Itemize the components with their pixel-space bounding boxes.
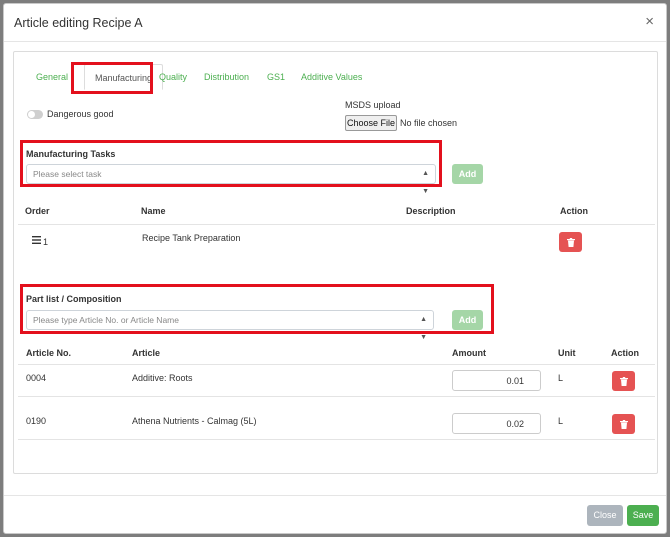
file-status-text: No file chosen — [400, 118, 458, 128]
chevron-updown-icon: ▲ ▼ — [420, 316, 427, 341]
tab-distribution[interactable]: Distribution — [204, 64, 249, 90]
col-description: Description — [406, 206, 456, 216]
article-search-placeholder: Please type Article No. or Article Name — [33, 315, 179, 325]
col-name: Name — [141, 206, 166, 216]
drag-handle-icon[interactable] — [32, 236, 41, 246]
article-unit: L — [558, 416, 564, 426]
article-no: 0004 — [26, 373, 47, 383]
delete-article-button[interactable] — [612, 371, 635, 391]
part-list-label: Part list / Composition — [26, 294, 122, 304]
article-unit: L — [558, 373, 564, 383]
tab-gs1[interactable]: GS1 — [267, 64, 285, 90]
task-select-placeholder: Please select task — [33, 169, 102, 179]
col-action: Action — [560, 206, 588, 216]
save-button[interactable]: Save — [627, 505, 659, 526]
col-unit: Unit — [558, 348, 576, 358]
tab-content-card: General Manufacturing Quality Distributi… — [13, 51, 658, 474]
task-order: 1 — [43, 237, 49, 247]
manufacturing-tasks-label: Manufacturing Tasks — [26, 149, 116, 159]
tab-manufacturing[interactable]: Manufacturing — [84, 64, 163, 90]
dangerous-good-label: Dangerous good — [47, 109, 114, 119]
col-article: Article — [132, 348, 161, 358]
article-name: Athena Nutrients - Calmag (5L) — [132, 416, 257, 426]
modal-header: Article editing Recipe A × — [4, 4, 666, 42]
add-task-button[interactable]: Add — [452, 164, 483, 184]
amount-input[interactable]: 0.02 — [452, 413, 541, 434]
tab-additive-values[interactable]: Additive Values — [301, 64, 362, 90]
footer-divider — [4, 495, 666, 496]
trash-icon — [619, 376, 628, 386]
trash-icon — [566, 237, 575, 247]
table-divider — [18, 364, 655, 365]
col-article-no: Article No. — [26, 348, 72, 358]
dangerous-good-toggle[interactable] — [27, 110, 43, 119]
col-amount: Amount — [452, 348, 486, 358]
task-select[interactable]: Please select task ▲ ▼ — [26, 164, 436, 195]
add-article-button[interactable]: Add — [452, 310, 483, 330]
delete-task-button[interactable] — [559, 232, 582, 252]
table-divider — [18, 396, 655, 397]
tab-general[interactable]: General — [36, 64, 68, 90]
task-name: Recipe Tank Preparation — [142, 233, 241, 243]
close-button[interactable]: Close — [587, 505, 623, 526]
col-part-action: Action — [611, 348, 639, 358]
article-no: 0190 — [26, 416, 47, 426]
article-search-select[interactable]: Please type Article No. or Article Name … — [26, 310, 434, 341]
trash-icon — [619, 419, 628, 429]
table-divider — [18, 224, 655, 225]
close-icon[interactable]: × — [645, 14, 654, 29]
modal-title: Article editing Recipe A — [14, 16, 143, 30]
delete-article-button[interactable] — [612, 414, 635, 434]
tab-quality[interactable]: Quality — [159, 64, 187, 90]
article-name: Additive: Roots — [132, 373, 193, 383]
chevron-updown-icon: ▲ ▼ — [422, 170, 429, 195]
col-order: Order — [25, 206, 50, 216]
table-divider — [18, 439, 655, 440]
article-edit-modal: Article editing Recipe A × General Manuf… — [3, 3, 667, 534]
choose-file-button[interactable]: Choose File — [345, 115, 397, 131]
amount-input[interactable]: 0.01 — [452, 370, 541, 391]
msds-upload-label: MSDS upload — [345, 100, 401, 110]
